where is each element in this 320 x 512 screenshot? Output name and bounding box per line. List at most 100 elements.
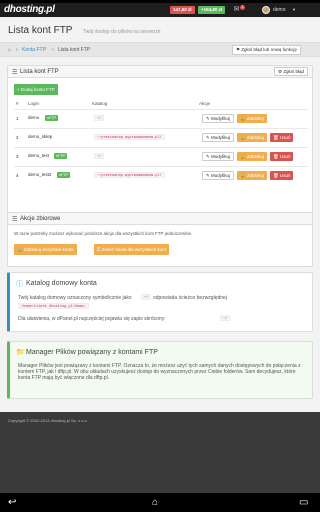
lock-button[interactable]: 🔒 Zablokuj bbox=[237, 133, 267, 142]
trash-icon: 🗑 bbox=[273, 173, 280, 178]
android-nav-bar: ↩ ⌂ ▭ bbox=[0, 493, 320, 512]
delete-button[interactable]: 🗑 Usuń bbox=[270, 133, 294, 142]
delete-button[interactable]: 🗑 Usuń bbox=[270, 171, 294, 180]
table-row: 1 demo sFTP ~/ ✎ Modyfikuj 🔒 Zablokuj bbox=[14, 109, 308, 128]
modify-label: Modyfikuj bbox=[211, 116, 231, 121]
row-login: demo bbox=[28, 115, 40, 120]
row-directory: ~/ bbox=[94, 153, 105, 159]
delete-label: Usuń bbox=[279, 135, 291, 140]
ftp-list-panel: ☰ Lista kont FTP ⚙ Zgłoś błąd + Dodaj ko… bbox=[7, 65, 313, 215]
copyright: Copyright © 2002-2014 dhosting.pl Sp. z … bbox=[8, 418, 88, 423]
report-error-button[interactable]: ⚙ Zgłoś błąd bbox=[273, 67, 308, 76]
column-header-actions: Akcje bbox=[199, 101, 211, 106]
avatar[interactable] bbox=[262, 6, 270, 14]
modify-label: Modyfikuj bbox=[211, 135, 231, 140]
main-content: Lista kont FTP Twój dostęp do plików na … bbox=[0, 17, 320, 493]
panel-title: Lista kont FTP bbox=[20, 69, 59, 75]
catalog-line1-code: ~/ bbox=[141, 294, 152, 300]
catalog-line2-code: /home/klient.dhosting.pl/demo/ bbox=[18, 303, 89, 309]
top-navbar: dhosting.pl 147,60 zł +194,80 zł ✉ 1 dem… bbox=[0, 3, 320, 17]
trash-icon: 🗑 bbox=[273, 154, 280, 159]
bulk-actions-panel: ☰ Akcje zbiorowe W razie potrzeby możesz… bbox=[7, 212, 313, 267]
breadcrumb-item-current: Lista kont FTP bbox=[58, 47, 91, 53]
trash-icon: 🗑 bbox=[273, 135, 280, 140]
report-error-label: Zgłoś błąd bbox=[283, 69, 304, 74]
lock-button[interactable]: 🔒 Zablokuj bbox=[237, 114, 267, 123]
breadcrumb-item-ftp[interactable]: Konta FTP bbox=[22, 47, 46, 53]
row-login: demo_sklep bbox=[28, 134, 53, 139]
modify-button[interactable]: ✎ Modyfikuj bbox=[202, 152, 235, 161]
row-number: 3 bbox=[16, 154, 19, 159]
footer: Copyright © 2002-2014 dhosting.pl Sp. z … bbox=[0, 412, 320, 493]
modify-button[interactable]: ✎ Modyfikuj bbox=[202, 171, 235, 180]
lock-icon: 🔒 bbox=[240, 154, 247, 159]
delete-button[interactable]: 🗑 Usuń bbox=[270, 152, 294, 161]
table-row: 3 demo_test sFTP ~/ ✎ Modyfikuj 🔒 Zablok… bbox=[14, 147, 308, 166]
page-subtitle: Twój dostęp do plików na serwerze bbox=[83, 29, 161, 35]
lock-icon: 🔒 bbox=[240, 135, 247, 140]
lock-all-button[interactable]: 🔒 Zablokuj wszystkie konta bbox=[14, 244, 77, 255]
manager-info-text: Manager Plików jest powiązany z kontami … bbox=[18, 363, 301, 381]
add-ftp-account-button[interactable]: + Dodaj konto FTP bbox=[14, 84, 58, 95]
modify-label: Modyfikuj bbox=[211, 173, 231, 178]
catalog-info-box: ⓘ Katalog domowy konta Twój katalog domo… bbox=[7, 272, 313, 332]
row-directory: ~/prestashop.wybranadomena.pl/ bbox=[94, 134, 165, 140]
folder-icon: 📁 bbox=[16, 349, 25, 356]
breadcrumb-separator: › bbox=[52, 47, 54, 53]
panel-title: Akcje zbiorowe bbox=[20, 216, 61, 222]
catalog-line1-a: Twój katalog domowy oznaczony symboliczn… bbox=[18, 295, 132, 301]
lock-icon: 🔒 bbox=[240, 116, 247, 121]
lock-button[interactable]: 🔒 Zablokuj bbox=[237, 171, 267, 180]
row-number: 4 bbox=[16, 173, 19, 178]
info-icon: ⓘ bbox=[16, 281, 23, 288]
file-manager-info-box: 📁 Manager Plików powiązany z kontami FTP… bbox=[7, 341, 313, 399]
lock-icon: 🔒 bbox=[17, 247, 24, 252]
page-title: Lista kont FTP bbox=[8, 25, 73, 36]
delete-label: Usuń bbox=[279, 154, 291, 159]
catalog-line3-code: ~/ bbox=[220, 315, 231, 321]
balance-badge-green[interactable]: +194,80 zł bbox=[198, 6, 226, 14]
sftp-badge: sFTP bbox=[45, 115, 59, 121]
change-all-passwords-button[interactable]: ⚿ Zmień hasła dla wszystkich kont bbox=[94, 244, 169, 255]
modify-label: Modyfikuj bbox=[211, 154, 231, 159]
table-row: 4 demo_test2 sFTP ~/prestashop.wybranado… bbox=[14, 166, 308, 185]
lock-label: Zablokuj bbox=[246, 116, 264, 121]
column-header-num: # bbox=[16, 101, 19, 106]
row-directory: ~/prestashop.wybranadomena.pl/ bbox=[94, 172, 165, 178]
delete-label: Usuń bbox=[279, 173, 291, 178]
column-header-login: Login bbox=[28, 101, 40, 106]
breadcrumb: ⌂ › Konta FTP › Lista kont FTP ⚑ Zgłoś b… bbox=[0, 42, 320, 57]
row-number: 2 bbox=[16, 135, 19, 140]
catalog-line1-b: odpowiada ścieżce bezwzględnej bbox=[153, 295, 227, 301]
change-all-passwords-label: Zmień hasła dla wszystkich kont bbox=[101, 247, 166, 252]
report-feature-label: Zgłoś błąd lub nową funkcję bbox=[241, 47, 297, 52]
lock-icon: 🔒 bbox=[240, 173, 247, 178]
logo[interactable]: dhosting.pl bbox=[4, 4, 55, 15]
modify-button[interactable]: ✎ Modyfikuj bbox=[202, 114, 235, 123]
report-feature-button[interactable]: ⚑ Zgłoś błąd lub nową funkcję bbox=[232, 45, 301, 55]
username-label[interactable]: demo bbox=[273, 7, 286, 13]
lock-button[interactable]: 🔒 Zablokuj bbox=[237, 152, 267, 161]
sftp-badge: sFTP bbox=[54, 153, 68, 159]
lock-label: Zablokuj bbox=[246, 173, 264, 178]
home-icon[interactable]: ⌂ bbox=[152, 497, 158, 508]
column-header-directory: Katalog bbox=[92, 101, 108, 106]
table-row: 2 demo_sklep ~/prestashop.wybranadomena.… bbox=[14, 128, 308, 147]
notification-count-badge: 1 bbox=[240, 5, 245, 10]
manager-info-title: Manager Plików powiązany z kontami FTP bbox=[26, 349, 158, 356]
balance-badge-red[interactable]: 147,60 zł bbox=[170, 6, 195, 14]
back-icon[interactable]: ↩ bbox=[8, 497, 16, 508]
recent-apps-icon[interactable]: ▭ bbox=[299, 497, 308, 508]
row-login: demo_test bbox=[28, 153, 50, 158]
row-directory: ~/ bbox=[94, 115, 105, 121]
panel-header: ☰ Lista kont FTP ⚙ Zgłoś błąd bbox=[8, 66, 312, 78]
list-icon: ☰ bbox=[12, 217, 18, 223]
chevron-down-icon[interactable]: ▼ bbox=[292, 7, 296, 12]
lock-all-label: Zablokuj wszystkie konta bbox=[23, 247, 74, 252]
row-number: 1 bbox=[16, 116, 19, 121]
breadcrumb-separator: › bbox=[16, 47, 18, 53]
bulk-description: W razie potrzeby możesz wykonać poniższe… bbox=[14, 231, 193, 236]
modify-button[interactable]: ✎ Modyfikuj bbox=[202, 133, 235, 142]
home-icon[interactable]: ⌂ bbox=[8, 47, 11, 53]
catalog-info-title: Katalog domowy konta bbox=[26, 280, 97, 287]
